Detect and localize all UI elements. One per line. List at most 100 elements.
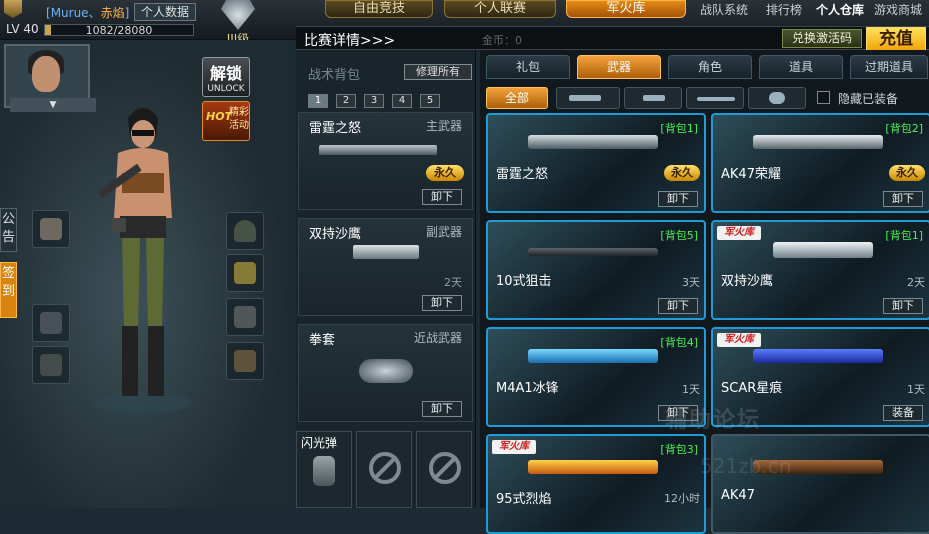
unequip-secondary-button[interactable]: 卸下 [422,295,462,311]
item-name: SCAR星痕 [721,381,783,396]
secondary-weapon-slot: 副武器 [425,225,462,239]
tab-items[interactable]: 道具 [759,55,843,79]
cylinder-icon [40,312,62,334]
item-name: AK47 [721,488,755,503]
side-tab-checkin[interactable]: 签到 [0,262,17,318]
tab-weapons[interactable]: 武器 [577,55,661,79]
item-unequip-button[interactable]: 卸下 [883,191,923,207]
rifle-icon [528,135,658,149]
slot-teddy-bear[interactable] [32,210,70,248]
avatar[interactable]: ▼ [4,44,96,112]
chevron-down-icon[interactable]: ▼ [10,98,96,112]
watermark-url: 521zb.cn [700,454,792,478]
gold-text: 金币：0 [482,34,522,47]
secondary-weapon-card[interactable]: 双持沙鹰 副武器 2天 卸下 [298,218,473,316]
slot-backpack[interactable] [32,346,70,384]
item-pack-tag: [背包4] [660,336,698,349]
unlock-button[interactable]: 解锁 UNLOCK [202,57,250,97]
subtab-all[interactable]: 全部 [486,87,548,109]
unequip-melee-button[interactable]: 卸下 [422,401,462,417]
item-pack-tag: [背包3] [660,443,698,456]
flashbang-name: 闪光弹 [301,436,338,450]
throwable-slot-flashbang[interactable]: 闪光弹 [296,431,352,508]
tab-arsenal[interactable]: 军火库 [566,0,686,18]
item-name: AK47荣耀 [721,167,781,182]
tab-characters[interactable]: 角色 [668,55,752,79]
forbidden-icon [429,452,461,484]
match-details-link[interactable]: 比赛详情>>> [304,30,395,50]
level-text: LV 40 [6,22,39,36]
slot-vest[interactable] [226,254,264,292]
primary-weapon-card[interactable]: 雷霆之怒 主武器 永久 卸下 [298,112,473,210]
item-unequip-button[interactable]: 卸下 [883,298,923,314]
item-card[interactable]: 军火库 [背包1] 双持沙鹰 2天 卸下 [711,220,929,320]
slot-helmet[interactable] [226,212,264,250]
tab-expired-items[interactable]: 过期道具 [850,55,928,79]
repair-all-button[interactable]: 修理所有 [404,64,472,80]
item-unequip-button[interactable]: 卸下 [658,298,698,314]
pack-tab-5[interactable]: 5 [420,94,440,108]
tab-gift-packs[interactable]: 礼包 [486,55,570,79]
item-duration: 1天 [682,383,700,396]
grenade-icon [769,92,785,104]
slot-crate[interactable] [226,342,264,380]
subtab-rifles[interactable] [556,87,620,109]
subtab-melee[interactable] [686,87,744,109]
nav-leaderboard[interactable]: 排行榜 [766,1,802,18]
item-card[interactable]: 军火库 [背包3] 95式烈焰 12小时 [486,434,706,534]
pack-tab-4[interactable]: 4 [392,94,412,108]
item-unequip-button[interactable]: 卸下 [658,191,698,207]
player-info: [Murue、赤焰] 个人数据 LV 40 1082/28080 [0,0,200,40]
melee-weapon-card[interactable]: 拳套 近战武器 卸下 [298,324,473,422]
item-card[interactable]: [背包2] AK47荣耀 永久 卸下 [711,113,929,213]
nav-team-system[interactable]: 战队系统 [700,1,748,18]
item-permanent-badge: 永久 [664,165,700,181]
item-pack-tag: [背包2] [885,122,923,135]
item-card[interactable]: [背包5] 10式狙击 3天 卸下 [486,220,706,320]
item-equip-button[interactable]: 装备 [883,405,923,421]
redeem-code-button[interactable]: 兑换激活码 [782,29,862,48]
xp-bar: 1082/28080 [44,24,194,37]
rank-badge-icon [4,0,22,18]
gear-pack-icon [234,306,256,328]
unlock-label-en: UNLOCK [207,84,245,94]
pack-tab-2[interactable]: 2 [336,94,356,108]
player-name-text: Murue [50,6,89,20]
hot-events-label: 精彩活动 [229,107,249,131]
slot-cylinder[interactable] [32,304,70,342]
nav-game-mall[interactable]: 游戏商城 [874,1,922,18]
unlock-label: 解锁 [209,64,242,83]
item-pack-tag: [背包1] [885,229,923,242]
tab-personal-league[interactable]: 个人联赛 [444,0,556,18]
tab-free-battle[interactable]: 自由竞技 [325,0,433,18]
throwable-slot-empty-1[interactable] [356,431,412,508]
secondary-weapon-duration: 2天 [444,276,462,289]
personal-data-button[interactable]: 个人数据 [134,3,196,21]
item-duration: 12小时 [664,492,700,505]
item-card[interactable]: AK47 [711,434,929,534]
subtab-pistols[interactable] [624,87,682,109]
hide-equipped-checkbox[interactable] [817,91,830,104]
pack-title: 战术背包 [308,68,361,83]
vest-icon [234,262,256,284]
item-duration: 3天 [682,276,700,289]
item-card[interactable]: [背包1] 雷霆之怒 永久 卸下 [486,113,706,213]
arsenal-badge: 军火库 [717,333,761,347]
item-name: 雷霆之怒 [496,167,549,182]
nav-personal-warehouse[interactable]: 个人仓库 [816,1,864,18]
item-duration: 2天 [907,276,925,289]
unequip-primary-button[interactable]: 卸下 [422,189,462,205]
rifle-icon [753,349,883,363]
subtab-throwables[interactable] [748,87,806,109]
item-duration: 1天 [907,383,925,396]
throwable-slot-empty-2[interactable] [416,431,472,508]
side-tab-announcement[interactable]: 公告 [0,208,17,252]
pack-tab-1[interactable]: 1 [308,94,328,108]
hot-events-button[interactable]: HOT 精彩活动 [202,101,250,141]
xp-text: 1082/28080 [85,24,153,37]
item-pack-tag: [背包1] [660,122,698,135]
recharge-button[interactable]: 充值 [866,27,926,51]
rifle-icon [753,135,883,149]
slot-gear[interactable] [226,298,264,336]
pack-tab-3[interactable]: 3 [364,94,384,108]
